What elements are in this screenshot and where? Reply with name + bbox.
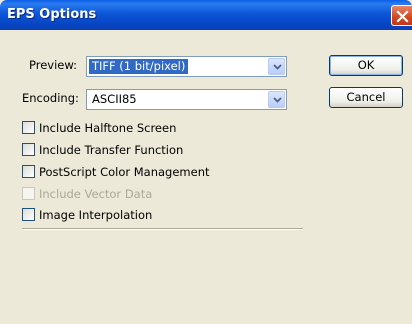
checkbox[interactable] xyxy=(22,143,35,156)
preview-select[interactable]: TIFF (1 bit/pixel) xyxy=(86,56,287,77)
preview-value: TIFF (1 bit/pixel) xyxy=(89,59,189,74)
option-label: Include Vector Data xyxy=(39,187,153,201)
encoding-label: Encoding: xyxy=(22,91,79,105)
chevron-down-icon xyxy=(273,64,282,70)
checkbox[interactable] xyxy=(22,121,35,134)
checkbox xyxy=(22,187,35,200)
divider xyxy=(22,228,303,230)
option-label: PostScript Color Management xyxy=(39,165,210,179)
preview-dropdown-button[interactable] xyxy=(268,58,285,75)
close-button[interactable] xyxy=(391,5,412,26)
window-title: EPS Options xyxy=(7,7,97,22)
option-label: Include Halftone Screen xyxy=(39,121,177,135)
preview-label: Preview: xyxy=(29,58,78,72)
checkbox[interactable] xyxy=(22,165,35,178)
option-label: Image Interpolation xyxy=(39,208,153,222)
close-icon xyxy=(396,10,409,23)
cancel-button[interactable]: Cancel xyxy=(329,87,403,108)
option-label: Include Transfer Function xyxy=(39,143,184,157)
encoding-select[interactable]: ASCII85 xyxy=(86,89,287,110)
title-bar[interactable]: EPS Options xyxy=(0,0,412,30)
encoding-dropdown-button[interactable] xyxy=(268,91,285,108)
encoding-value: ASCII85 xyxy=(92,92,137,106)
chevron-down-icon xyxy=(273,97,282,103)
checkbox[interactable] xyxy=(22,208,35,221)
ok-button[interactable]: OK xyxy=(329,55,403,76)
dialog-body: Preview: TIFF (1 bit/pixel) Encoding: AS… xyxy=(0,30,412,324)
